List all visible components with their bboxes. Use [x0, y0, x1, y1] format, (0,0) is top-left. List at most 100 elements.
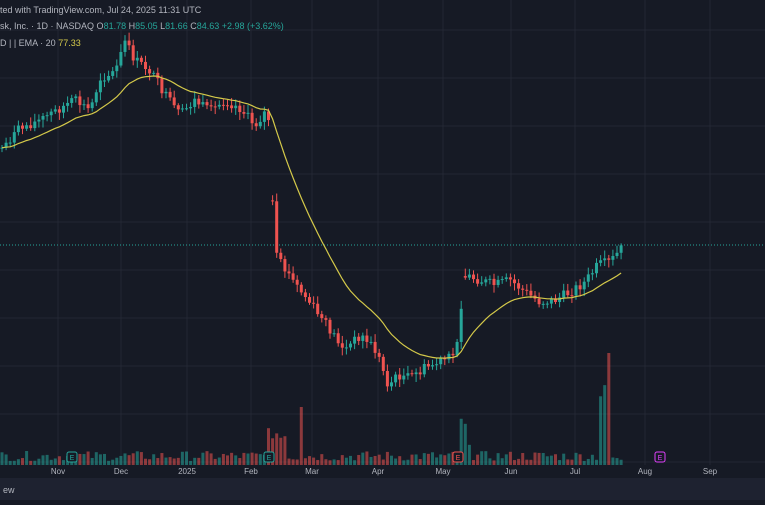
candle-body: [369, 341, 373, 343]
publish-caption: ted with TradingView.com, Jul 24, 2025 1…: [0, 5, 201, 15]
volume-bar: [590, 454, 594, 465]
volume-bar: [287, 458, 291, 465]
volume-bar: [603, 385, 607, 465]
volume-bar: [197, 457, 201, 465]
volume-bar: [570, 459, 574, 465]
candle-body: [537, 298, 541, 305]
candle-body: [33, 121, 37, 129]
price-chart[interactable]: EEEE Nov Dec 2025 Feb Mar Apr May Jun Jul Aug Sep …: [0, 0, 765, 500]
candle-body: [590, 273, 594, 275]
candle-body: [66, 102, 70, 106]
earnings-marker[interactable]: E: [654, 451, 666, 463]
ema-label[interactable]: D | | EMA · 20: [0, 38, 56, 48]
candle-body: [398, 374, 402, 380]
volume-bar: [41, 455, 45, 465]
volume-bar: [480, 451, 484, 465]
volume-bar: [431, 452, 434, 465]
volume-bar: [152, 454, 156, 465]
candle-body: [353, 336, 357, 344]
volume-bar: [25, 451, 29, 465]
candle-body: [234, 105, 238, 109]
volume-bar: [488, 458, 492, 465]
candle-body: [586, 274, 590, 282]
candle-body: [390, 382, 393, 387]
candle-body: [25, 125, 29, 129]
volume-bar: [168, 457, 172, 465]
candle-body: [525, 289, 529, 291]
volume-bar: [439, 454, 443, 465]
candle-body: [185, 108, 188, 110]
candle-body: [246, 112, 250, 114]
candle-body: [615, 252, 619, 257]
earnings-label: E: [70, 455, 75, 462]
volume-bar: [435, 457, 439, 465]
volume-bar: [148, 459, 152, 465]
volume-bar: [533, 452, 537, 465]
volume-bar: [160, 453, 164, 465]
volume-bar: [402, 460, 406, 465]
candle-body: [103, 80, 106, 82]
volume-bar: [139, 452, 143, 465]
volume-bar: [410, 454, 414, 465]
candle-body: [488, 278, 492, 280]
volume-bar: [508, 451, 512, 465]
volume-bar: [545, 456, 549, 465]
volume-bar: [611, 457, 615, 465]
volume-bar: [258, 454, 262, 465]
volume-bar: [541, 452, 545, 465]
volume-bar: [62, 460, 65, 465]
candle-body: [127, 40, 131, 46]
candle-body: [582, 281, 586, 290]
candle-body: [504, 277, 508, 280]
candle-body: [349, 343, 352, 348]
candle-body: [226, 105, 229, 107]
candle-body: [144, 61, 147, 70]
candle-body: [332, 333, 336, 335]
volume-bar: [144, 458, 147, 465]
volume-bar: [496, 453, 500, 465]
candle-body: [418, 372, 422, 375]
candle-body: [131, 45, 135, 61]
volume-bar: [221, 453, 225, 465]
volume-bar: [344, 457, 348, 465]
volume-bar: [176, 457, 180, 465]
candle-body: [312, 302, 316, 304]
earnings-marker[interactable]: E: [452, 451, 464, 463]
volume-bar: [357, 454, 361, 465]
volume-bar: [295, 459, 299, 465]
candle-body: [426, 363, 430, 367]
candle-body: [619, 245, 623, 253]
volume-bar: [324, 459, 328, 465]
volume-bar: [517, 458, 521, 465]
candle-body: [480, 282, 484, 284]
volume-bar: [328, 460, 332, 465]
candle-body: [172, 97, 176, 106]
earnings-marker[interactable]: E: [66, 451, 78, 463]
candle-body: [62, 105, 65, 113]
volume-bar: [558, 460, 562, 465]
volume-bar: [586, 458, 590, 465]
candle-body: [258, 121, 262, 127]
chart-canvas[interactable]: EEEE Nov Dec 2025 Feb Mar Apr May Jun Jul Aug Sep …: [0, 0, 765, 500]
candle-body: [595, 262, 598, 274]
volume-bar: [246, 453, 250, 465]
volume-bar: [238, 458, 242, 465]
x-tick-label: Dec: [114, 467, 128, 476]
candle-body: [377, 352, 381, 357]
candle-body: [197, 98, 201, 105]
candle-body: [156, 72, 160, 79]
candle-body: [148, 69, 152, 74]
earnings-marker[interactable]: E: [263, 451, 275, 463]
candle-body: [49, 111, 53, 116]
volume-bar: [521, 453, 525, 465]
candle-body: [254, 123, 258, 127]
candle-body: [467, 274, 471, 278]
volume-bar: [29, 460, 33, 465]
candle-body: [262, 111, 266, 122]
symbol-name[interactable]: sk, Inc. · 1D · NASDAQ: [0, 21, 94, 31]
volume-bar: [349, 455, 352, 465]
candle-body: [513, 279, 516, 284]
volume-bar: [37, 458, 41, 465]
candle-body: [500, 279, 504, 281]
candle-body: [29, 125, 33, 129]
